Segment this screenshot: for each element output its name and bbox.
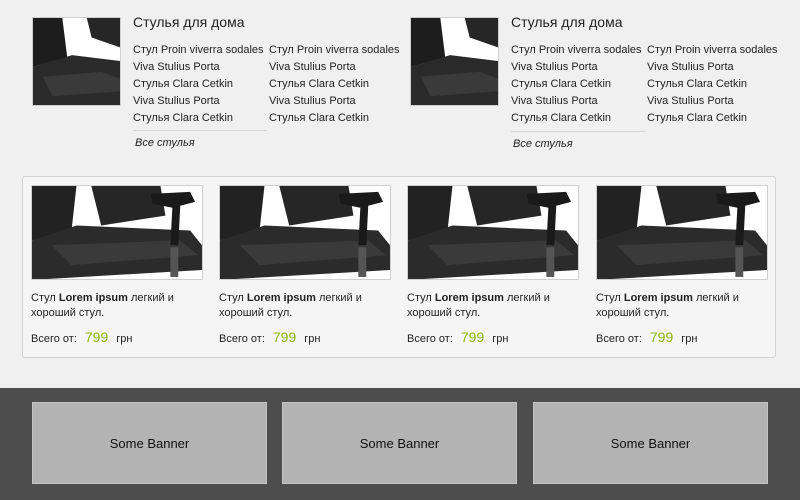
product-description: Стул Lorem ipsum легкий и хороший стул.: [596, 291, 768, 321]
category-title: Стулья для дома: [511, 14, 623, 30]
product-card: Стул Lorem ipsum легкий и хороший стул. …: [31, 185, 203, 355]
product-description: Стул Lorem ipsum легкий и хороший стул.: [219, 291, 391, 321]
product-image[interactable]: [31, 185, 203, 280]
category-link[interactable]: Стулья Clara Cetkin: [269, 110, 405, 127]
price-currency: грн: [492, 333, 509, 345]
product-name[interactable]: Lorem ipsum: [624, 292, 693, 304]
divider: [511, 131, 645, 132]
price-label: Всего от:: [407, 333, 453, 345]
product-prefix: Стул: [219, 292, 244, 304]
products-panel: Стул Lorem ipsum легкий и хороший стул. …: [22, 176, 776, 358]
price-row: Всего от: 799 грн: [31, 329, 132, 345]
category-title: Стулья для дома: [133, 14, 245, 30]
price-label: Всего от:: [31, 333, 77, 345]
category-link[interactable]: Viva Stulius Porta: [511, 93, 647, 110]
product-card: Стул Lorem ipsum легкий и хороший стул. …: [596, 185, 768, 355]
product-name[interactable]: Lorem ipsum: [59, 292, 128, 304]
product-name[interactable]: Lorem ipsum: [247, 292, 316, 304]
product-prefix: Стул: [407, 292, 432, 304]
product-name[interactable]: Lorem ipsum: [435, 292, 504, 304]
category-link[interactable]: Viva Stulius Porta: [647, 59, 783, 76]
category-links: Стул Proin viverra sodales Стул Proin vi…: [511, 42, 783, 127]
divider: [133, 130, 267, 131]
category-link[interactable]: Viva Stulius Porta: [269, 93, 405, 110]
price-label: Всего от:: [219, 333, 265, 345]
all-chairs-link[interactable]: Все стулья: [513, 138, 573, 150]
price-label: Всего от:: [596, 333, 642, 345]
product-prefix: Стул: [31, 292, 56, 304]
product-image[interactable]: [219, 185, 391, 280]
category-link[interactable]: Стулья Clara Cetkin: [511, 76, 647, 93]
category-link[interactable]: Viva Stulius Porta: [511, 59, 647, 76]
chair-image: [597, 186, 767, 279]
price-row: Всего от: 799 грн: [596, 329, 697, 345]
category-link[interactable]: Viva Stulius Porta: [647, 93, 783, 110]
price-value: 799: [272, 329, 297, 345]
price-currency: грн: [304, 333, 321, 345]
category-link[interactable]: Стул Proin viverra sodales: [269, 42, 405, 59]
price-row: Всего от: 799 грн: [219, 329, 320, 345]
category-thumbnail[interactable]: [410, 17, 499, 106]
category-link[interactable]: Стулья Clara Cetkin: [511, 110, 647, 127]
price-value: 799: [84, 329, 109, 345]
product-card: Стул Lorem ipsum легкий и хороший стул. …: [407, 185, 579, 355]
product-image[interactable]: [407, 185, 579, 280]
category-links: Стул Proin viverra sodales Стул Proin vi…: [133, 42, 405, 127]
category-link[interactable]: Стул Proin viverra sodales: [647, 42, 783, 59]
category-link[interactable]: Стулья Clara Cetkin: [269, 76, 405, 93]
product-prefix: Стул: [596, 292, 621, 304]
footer: Some Banner Some Banner Some Banner: [0, 388, 800, 500]
product-description: Стул Lorem ipsum легкий и хороший стул.: [407, 291, 579, 321]
price-currency: грн: [116, 333, 133, 345]
banner[interactable]: Some Banner: [282, 402, 517, 484]
banner[interactable]: Some Banner: [32, 402, 267, 484]
category-link[interactable]: Viva Stulius Porta: [133, 93, 269, 110]
banner[interactable]: Some Banner: [533, 402, 768, 484]
product-image[interactable]: [596, 185, 768, 280]
category-block-2: Стулья для дома Стул Proin viverra sodal…: [410, 14, 778, 164]
product-description: Стул Lorem ipsum легкий и хороший стул.: [31, 291, 203, 321]
price-currency: грн: [681, 333, 698, 345]
product-card: Стул Lorem ipsum легкий и хороший стул. …: [219, 185, 391, 355]
chair-image: [220, 186, 390, 279]
price-value: 799: [460, 329, 485, 345]
price-row: Всего от: 799 грн: [407, 329, 508, 345]
chair-image: [33, 18, 120, 105]
category-thumbnail[interactable]: [32, 17, 121, 106]
category-link[interactable]: Стулья Clara Cetkin: [133, 110, 269, 127]
chair-image: [411, 18, 498, 105]
category-link[interactable]: Стулья Clara Cetkin: [647, 110, 783, 127]
chair-image: [32, 186, 202, 279]
chair-image: [408, 186, 578, 279]
category-block-1: Стулья для дома Стул Proin viverra sodal…: [32, 14, 400, 164]
category-link[interactable]: Стулья Clara Cetkin: [647, 76, 783, 93]
price-value: 799: [649, 329, 674, 345]
category-link[interactable]: Стул Proin viverra sodales: [511, 42, 647, 59]
category-link[interactable]: Viva Stulius Porta: [269, 59, 405, 76]
category-link[interactable]: Viva Stulius Porta: [133, 59, 269, 76]
all-chairs-link[interactable]: Все стулья: [135, 137, 195, 149]
category-link[interactable]: Стулья Clara Cetkin: [133, 76, 269, 93]
category-link[interactable]: Стул Proin viverra sodales: [133, 42, 269, 59]
